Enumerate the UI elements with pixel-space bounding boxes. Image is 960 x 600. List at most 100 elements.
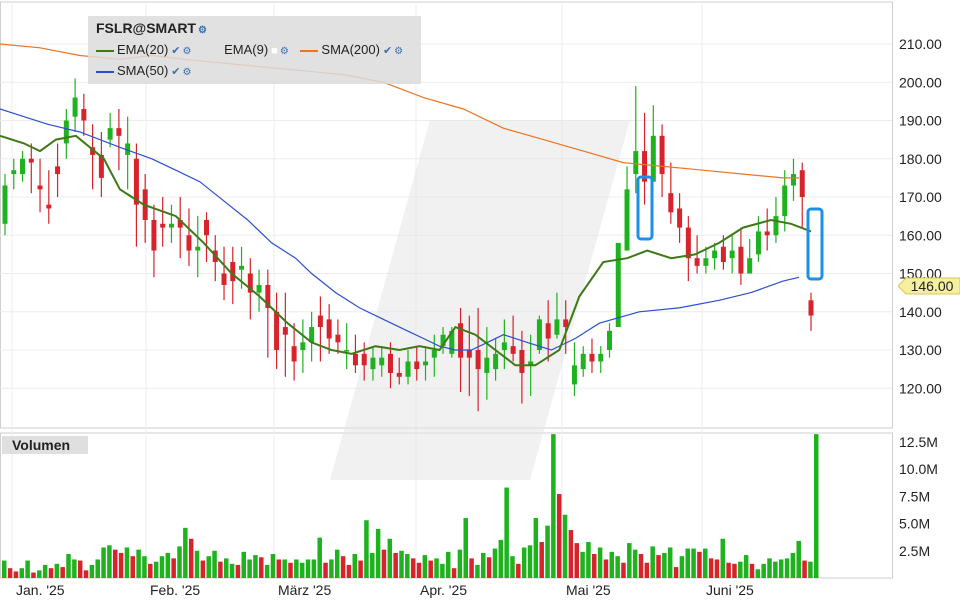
candle-body — [405, 361, 411, 377]
volume-bar — [703, 548, 708, 578]
volume-bar — [153, 561, 159, 578]
candle-body — [168, 223, 174, 228]
volume-bar — [562, 514, 568, 578]
candle-body — [799, 170, 805, 197]
volume-bar — [83, 570, 89, 578]
candle-body — [510, 346, 516, 354]
legend: FSLR@SMART ⚙ EMA(20) ✔ ⚙ EMA(9) ■ ⚙ SMA(200) ✔… — [88, 16, 421, 84]
volume-bar — [475, 564, 480, 578]
volume-tick-label: 5.0M — [899, 516, 930, 532]
candle-body — [677, 208, 683, 228]
volume-bar — [510, 556, 515, 578]
volume-bar — [743, 555, 749, 578]
legend-sma50[interactable]: SMA(50) ✔ ⚙ — [96, 63, 191, 78]
candle-body — [501, 342, 507, 350]
volume-bar — [2, 560, 7, 578]
volume-bar — [188, 538, 194, 578]
volume-bar — [504, 487, 509, 578]
candle-body — [326, 319, 332, 339]
volume-bar — [802, 560, 807, 578]
unchecked-icon[interactable]: ■ — [271, 45, 278, 57]
volume-bar — [375, 528, 381, 578]
volume-bar — [48, 568, 54, 578]
volume-bar — [387, 538, 393, 578]
volume-bar — [428, 560, 433, 578]
check-icon[interactable]: ✔ — [171, 45, 180, 57]
candle-body — [282, 327, 288, 335]
volume-bar — [107, 545, 112, 578]
candle-body — [703, 258, 709, 266]
volume-bar — [650, 546, 655, 578]
volume-bar — [183, 527, 188, 578]
stock-chart: 210.00200.00190.00180.00170.00160.00150.… — [0, 1, 942, 598]
candle-body — [414, 361, 420, 370]
legend-ema20[interactable]: EMA(20) ✔ ⚙ — [96, 42, 191, 57]
volume-bar — [317, 537, 322, 578]
check-icon[interactable]: ✔ — [383, 45, 392, 57]
volume-bar — [95, 559, 100, 578]
volume-bar — [118, 552, 124, 578]
volume-bar — [416, 562, 422, 578]
price-tick-label: 140.00 — [899, 304, 942, 320]
candle-body — [20, 158, 26, 175]
time-tick-label: März '25 — [278, 582, 331, 598]
legend-ema9[interactable]: EMA(9) ■ ⚙ — [203, 42, 289, 57]
candle-body — [712, 250, 718, 259]
candle-body — [554, 319, 560, 335]
candle-body — [344, 350, 350, 352]
volume-bar — [89, 564, 95, 578]
volume-bar — [551, 434, 556, 578]
gear-icon[interactable]: ⚙ — [183, 46, 192, 57]
volume-bar — [352, 554, 358, 578]
volume-bar — [270, 554, 276, 578]
gear-icon[interactable]: ⚙ — [183, 67, 192, 78]
volume-bar — [311, 559, 317, 578]
gear-icon[interactable]: ⚙ — [394, 46, 403, 57]
volume-bar — [288, 562, 293, 578]
volume-bar — [7, 568, 13, 578]
volume-bar — [498, 539, 504, 578]
volume-bar — [294, 559, 299, 578]
gear-icon[interactable]: ⚙ — [280, 46, 289, 57]
volume-bar — [755, 569, 761, 578]
volume-bar — [574, 543, 579, 578]
volume-bar — [370, 552, 375, 578]
candle-body — [773, 216, 779, 236]
gear-icon[interactable]: ⚙ — [198, 25, 207, 36]
candle-body — [466, 350, 472, 358]
candle-body — [571, 365, 577, 385]
candle-body — [782, 185, 788, 217]
volume-bar — [305, 559, 311, 578]
volume-bar — [615, 556, 620, 578]
candle-body — [160, 223, 166, 228]
candle-body — [46, 204, 52, 209]
candle-body — [63, 120, 69, 144]
volume-bar — [463, 518, 468, 578]
volume-bar — [481, 552, 486, 578]
volume-bar — [673, 567, 679, 578]
last-price-text: 146.00 — [911, 278, 954, 294]
volume-bar — [130, 556, 136, 578]
legend-sma200[interactable]: SMA(200) ✔ ⚙ — [300, 42, 403, 57]
volume-bar — [259, 557, 264, 578]
volume-bar — [66, 554, 71, 578]
volume-bar — [218, 561, 223, 578]
candle-body — [720, 246, 726, 263]
volume-bar — [796, 540, 801, 578]
volume-bar — [399, 550, 404, 578]
candle-body — [580, 353, 586, 370]
sma50-label: SMA(50) — [117, 63, 169, 78]
candle-body — [195, 246, 201, 251]
volume-bar — [159, 556, 165, 578]
check-icon[interactable]: ✔ — [171, 66, 180, 78]
volume-bar — [597, 547, 603, 578]
volume-tick-label: 7.5M — [899, 488, 930, 504]
volume-bar — [241, 551, 247, 578]
ema20-swatch — [96, 49, 114, 52]
price-tick-label: 160.00 — [899, 227, 942, 243]
candle-body — [607, 330, 612, 350]
volume-bar — [358, 560, 363, 578]
time-tick-label: Juni '25 — [706, 582, 754, 598]
candle-body — [475, 350, 481, 370]
volume-bar — [679, 556, 685, 578]
